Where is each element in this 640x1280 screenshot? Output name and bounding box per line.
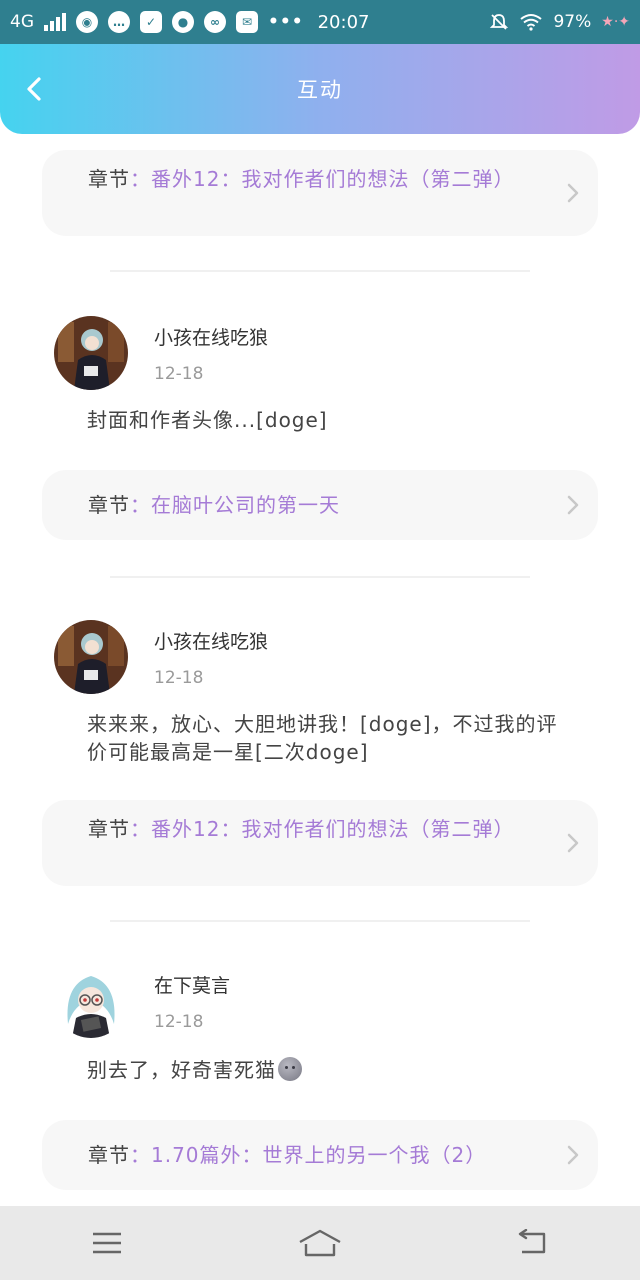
username[interactable]: 在下莫言 xyxy=(154,971,230,998)
chapter-link-text: 章节：在脑叶公司的第一天 xyxy=(88,492,536,518)
chapter-card[interactable]: 章节：在脑叶公司的第一天 xyxy=(42,470,598,540)
comment-date: 12-18 xyxy=(154,363,204,384)
network-type: 4G xyxy=(10,12,34,32)
chapter-label: 章节 xyxy=(88,1143,130,1167)
chapter-title: 番外12：我对作者们的想法（第二弹） xyxy=(151,817,515,841)
chat-bubble-icon: … xyxy=(108,11,130,33)
mail-icon: ✉ xyxy=(236,11,258,33)
status-bar: 4G ◉ … ✓ ● ∞ ✉ ••• 20:07 97% ★·✦ xyxy=(0,0,640,44)
avatar-image xyxy=(54,620,128,694)
chapter-link-text: 章节：1.70篇外：世界上的另一个我（2） xyxy=(88,1142,536,1168)
back-button[interactable] xyxy=(18,72,50,106)
comment-header: 在下莫言 12-18 xyxy=(54,964,230,1038)
divider xyxy=(110,576,530,578)
signal-icon xyxy=(44,13,66,31)
chapter-label: 章节 xyxy=(88,493,130,517)
chapter-colon: ： xyxy=(130,817,151,841)
back-arrow-icon xyxy=(519,1229,546,1254)
chevron-right-icon xyxy=(567,1145,579,1165)
shield-icon: ✓ xyxy=(140,11,162,33)
chapter-colon: ： xyxy=(130,1143,151,1167)
wifi-icon xyxy=(520,14,543,31)
divider xyxy=(110,920,530,922)
back-nav-button[interactable] xyxy=(503,1218,563,1268)
chapter-title: 在脑叶公司的第一天 xyxy=(151,493,340,517)
header: 互动 xyxy=(0,44,640,134)
page-title: 互动 xyxy=(297,78,343,102)
system-nav-bar xyxy=(0,1206,640,1280)
home-button[interactable] xyxy=(290,1218,350,1268)
comment-text-content: 别去了，好奇害死猫 xyxy=(87,1058,276,1082)
chapter-label: 章节 xyxy=(88,167,130,191)
interaction-list[interactable]: 章节：番外12：我对作者们的想法（第二弹） 小孩在线吃狼 12-18 封面和作者… xyxy=(0,134,640,1206)
clock: 20:07 xyxy=(317,11,370,33)
status-left: 4G ◉ … ✓ ● ∞ ✉ ••• 20:07 xyxy=(10,11,369,33)
chevron-left-icon xyxy=(27,77,41,101)
mute-bell-icon xyxy=(490,14,509,30)
avatar[interactable] xyxy=(54,964,128,1038)
more-notifications-icon: ••• xyxy=(268,12,304,32)
avatar[interactable] xyxy=(54,620,128,694)
chapter-card[interactable]: 章节：1.70篇外：世界上的另一个我（2） xyxy=(42,1120,598,1190)
avatar[interactable] xyxy=(54,316,128,390)
chapter-card[interactable]: 章节：番外12：我对作者们的想法（第二弹） xyxy=(42,800,598,886)
chevron-right-icon xyxy=(567,495,579,515)
avatar-image xyxy=(54,964,128,1038)
browser-icon: ◉ xyxy=(76,11,98,33)
comment-text: 别去了，好奇害死猫 xyxy=(87,1056,577,1084)
divider xyxy=(110,270,530,272)
chapter-card[interactable]: 章节：番外12：我对作者们的想法（第二弹） xyxy=(42,150,598,236)
stars-icon: ★·✦ xyxy=(601,14,630,30)
status-right: 97% ★·✦ xyxy=(489,12,630,32)
chapter-link-text: 章节：番外12：我对作者们的想法（第二弹） xyxy=(88,816,536,842)
grey-blob-emoji-icon xyxy=(278,1057,302,1081)
chapter-title: 番外12：我对作者们的想法（第二弹） xyxy=(151,167,515,191)
menu-button[interactable] xyxy=(77,1218,137,1268)
comment-header: 小孩在线吃狼 12-18 xyxy=(54,316,268,390)
chapter-label: 章节 xyxy=(88,817,130,841)
user-meta: 小孩在线吃狼 12-18 xyxy=(154,323,268,384)
comment-text: 来来来，放心、大胆地讲我！[doge]，不过我的评价可能最高是一星[二次doge… xyxy=(87,712,558,764)
comment-text: 封面和作者头像...[doge] xyxy=(87,408,328,432)
username[interactable]: 小孩在线吃狼 xyxy=(154,627,268,654)
avatar-image xyxy=(54,316,128,390)
battery-level: 97% xyxy=(553,12,592,32)
chapter-title: 1.70篇外：世界上的另一个我（2） xyxy=(151,1143,487,1167)
comment-date: 12-18 xyxy=(154,667,204,688)
chapter-colon: ： xyxy=(130,167,151,191)
palette-icon: ● xyxy=(172,11,194,33)
comment-header: 小孩在线吃狼 12-18 xyxy=(54,620,268,694)
chapter-colon: ： xyxy=(130,493,151,517)
chapter-link-text: 章节：番外12：我对作者们的想法（第二弹） xyxy=(88,166,536,192)
chevron-right-icon xyxy=(567,183,579,203)
username[interactable]: 小孩在线吃狼 xyxy=(154,323,268,350)
wechat-icon: ∞ xyxy=(204,11,226,33)
comment-date: 12-18 xyxy=(154,1011,204,1032)
user-meta: 小孩在线吃狼 12-18 xyxy=(154,627,268,688)
home-icon xyxy=(299,1229,341,1257)
user-meta: 在下莫言 12-18 xyxy=(154,971,230,1032)
menu-icon xyxy=(92,1232,121,1254)
chevron-right-icon xyxy=(567,833,579,853)
